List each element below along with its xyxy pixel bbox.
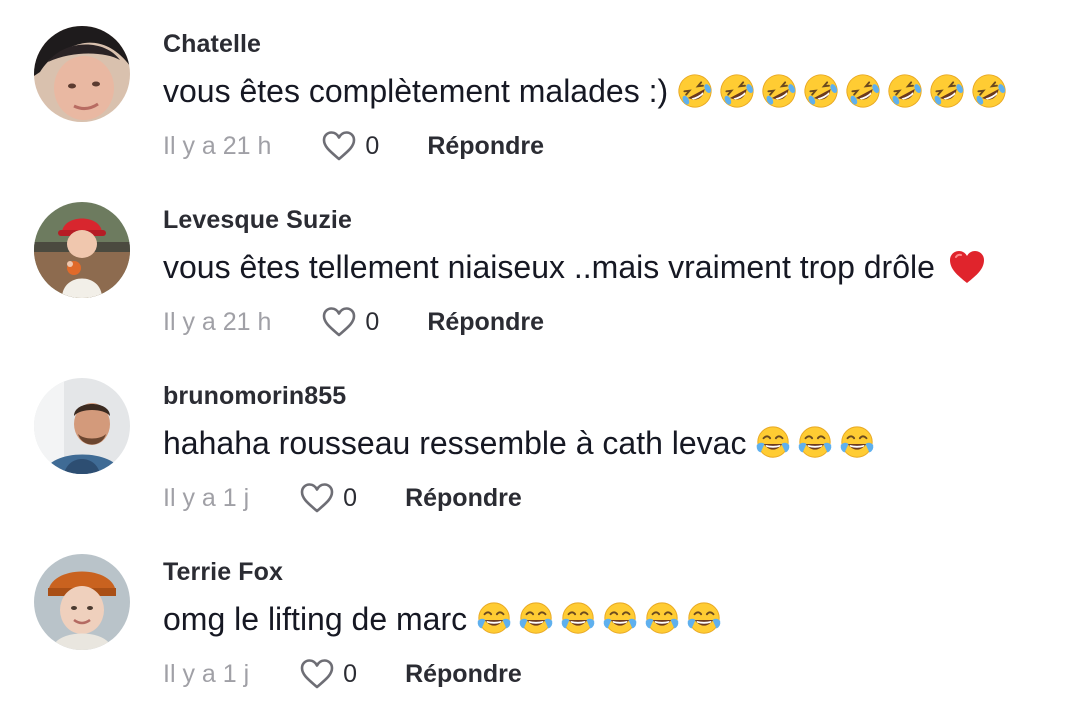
rofl-emoji [844, 72, 882, 110]
comment-item: Terrie Fox omg le lifting de marc Il y a… [0, 528, 1086, 704]
joy-emoji [754, 424, 792, 462]
reply-button[interactable]: Répondre [427, 132, 544, 161]
heart-outline-icon[interactable] [321, 306, 357, 338]
username[interactable]: Terrie Fox [163, 558, 283, 587]
timestamp: Il y a 21 h [163, 307, 272, 336]
heart-outline-icon[interactable] [299, 482, 335, 514]
username[interactable]: brunomorin855 [163, 382, 346, 411]
rofl-emoji [718, 72, 756, 110]
timestamp: Il y a 21 h [163, 131, 272, 160]
like-button[interactable]: 0 [321, 306, 379, 338]
avatar[interactable] [34, 378, 130, 474]
timestamp: Il y a 1 j [163, 659, 250, 688]
rofl-emoji [970, 72, 1008, 110]
reply-button[interactable]: Répondre [405, 484, 522, 513]
reply-button[interactable]: Répondre [405, 660, 522, 689]
rofl-emoji [802, 72, 840, 110]
comment-item: brunomorin855 hahaha rousseau ressemble … [0, 352, 1086, 528]
username[interactable]: Levesque Suzie [163, 206, 352, 235]
joy-emoji [685, 600, 723, 638]
avatar[interactable] [34, 26, 130, 122]
joy-emoji [643, 600, 681, 638]
joy-emoji [559, 600, 597, 638]
like-count: 0 [365, 131, 380, 160]
emoji-group [471, 600, 723, 638]
comment-meta: Il y a 1 j 0 Répondre [163, 654, 522, 694]
joy-emoji [796, 424, 834, 462]
comment-meta: Il y a 21 h 0 Répondre [163, 302, 544, 342]
comment-body: omg le lifting de marc [163, 596, 723, 642]
rofl-emoji [760, 72, 798, 110]
red-heart-emoji [947, 247, 987, 287]
comment-body: vous êtes complètement malades :) [163, 68, 1008, 114]
timestamp: Il y a 1 j [163, 483, 250, 512]
rofl-emoji [928, 72, 966, 110]
comment-meta: Il y a 21 h 0 Répondre [163, 126, 544, 166]
rofl-emoji [676, 72, 714, 110]
comment-text: vous êtes tellement niaiseux ..mais vrai… [163, 248, 935, 285]
like-count: 0 [343, 659, 358, 688]
emoji-group [672, 72, 1008, 110]
username[interactable]: Chatelle [163, 30, 261, 59]
avatar[interactable] [34, 202, 130, 298]
comment-body: vous êtes tellement niaiseux ..mais vrai… [163, 244, 987, 290]
joy-emoji [475, 600, 513, 638]
like-count: 0 [343, 483, 358, 512]
joy-emoji [517, 600, 555, 638]
emoji-group [750, 424, 876, 462]
joy-emoji [601, 600, 639, 638]
avatar[interactable] [34, 554, 130, 650]
joy-emoji [838, 424, 876, 462]
comment-text: vous êtes complètement malades :) [163, 72, 669, 109]
like-button[interactable]: 0 [321, 130, 379, 162]
like-button[interactable]: 0 [299, 658, 357, 690]
comment-body: hahaha rousseau ressemble à cath levac [163, 420, 876, 466]
heart-outline-icon[interactable] [321, 130, 357, 162]
heart-outline-icon[interactable] [299, 658, 335, 690]
emoji-group [939, 247, 987, 287]
comment-item: Chatelle vous êtes complètement malades … [0, 0, 1086, 176]
like-count: 0 [365, 307, 380, 336]
comment-text: hahaha rousseau ressemble à cath levac [163, 424, 747, 461]
comment-meta: Il y a 1 j 0 Répondre [163, 478, 522, 518]
rofl-emoji [886, 72, 924, 110]
reply-button[interactable]: Répondre [427, 308, 544, 337]
comment-text: omg le lifting de marc [163, 600, 468, 637]
like-button[interactable]: 0 [299, 482, 357, 514]
comment-item: Levesque Suzie vous êtes tellement niais… [0, 176, 1086, 352]
